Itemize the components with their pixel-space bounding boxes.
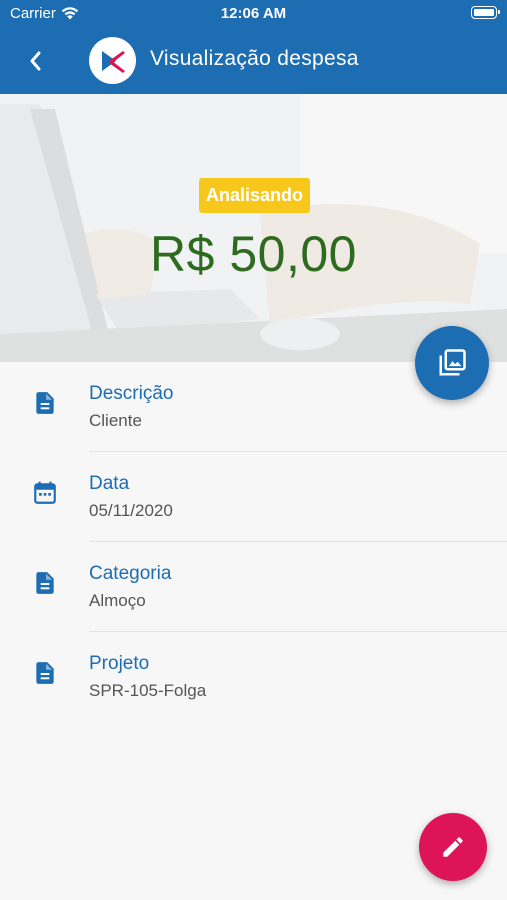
status-bar: Carrier 12:06 AM (0, 0, 507, 28)
page-title: Visualização despesa (150, 47, 359, 70)
detail-row-descricao: Descrição Cliente (0, 362, 507, 452)
battery-icon (471, 6, 500, 19)
detail-value: Almoço (89, 591, 146, 610)
detail-label: Descrição (89, 383, 174, 404)
calendar-icon (34, 481, 56, 504)
status-badge: Analisando (199, 178, 311, 213)
detail-value: SPR-105-Folga (89, 681, 207, 700)
app-logo (89, 37, 136, 84)
expense-summary: Analisando R$ 50,00 (0, 94, 507, 362)
pencil-icon (443, 837, 463, 857)
detail-row-data: Data 05/11/2020 (0, 452, 507, 542)
document-icon (36, 662, 54, 684)
detail-value: Cliente (89, 411, 142, 430)
app-bar: Visualização despesa (0, 28, 507, 94)
clock: 12:06 AM (220, 5, 287, 22)
detail-value: 05/11/2020 (89, 501, 173, 520)
document-icon (36, 392, 54, 414)
detail-label: Projeto (89, 653, 150, 674)
edit-button[interactable] (419, 813, 487, 881)
chevron-left-icon (30, 51, 41, 71)
document-icon (36, 572, 54, 594)
expense-amount: R$ 50,00 (150, 226, 357, 282)
logo-mark-icon (101, 50, 125, 73)
detail-label: Categoria (89, 563, 172, 584)
back-button[interactable] (20, 46, 50, 76)
detail-row-categoria: Categoria Almoço (0, 542, 507, 632)
detail-row-projeto: Projeto SPR-105-Folga (0, 632, 507, 722)
detail-label: Data (89, 473, 130, 494)
